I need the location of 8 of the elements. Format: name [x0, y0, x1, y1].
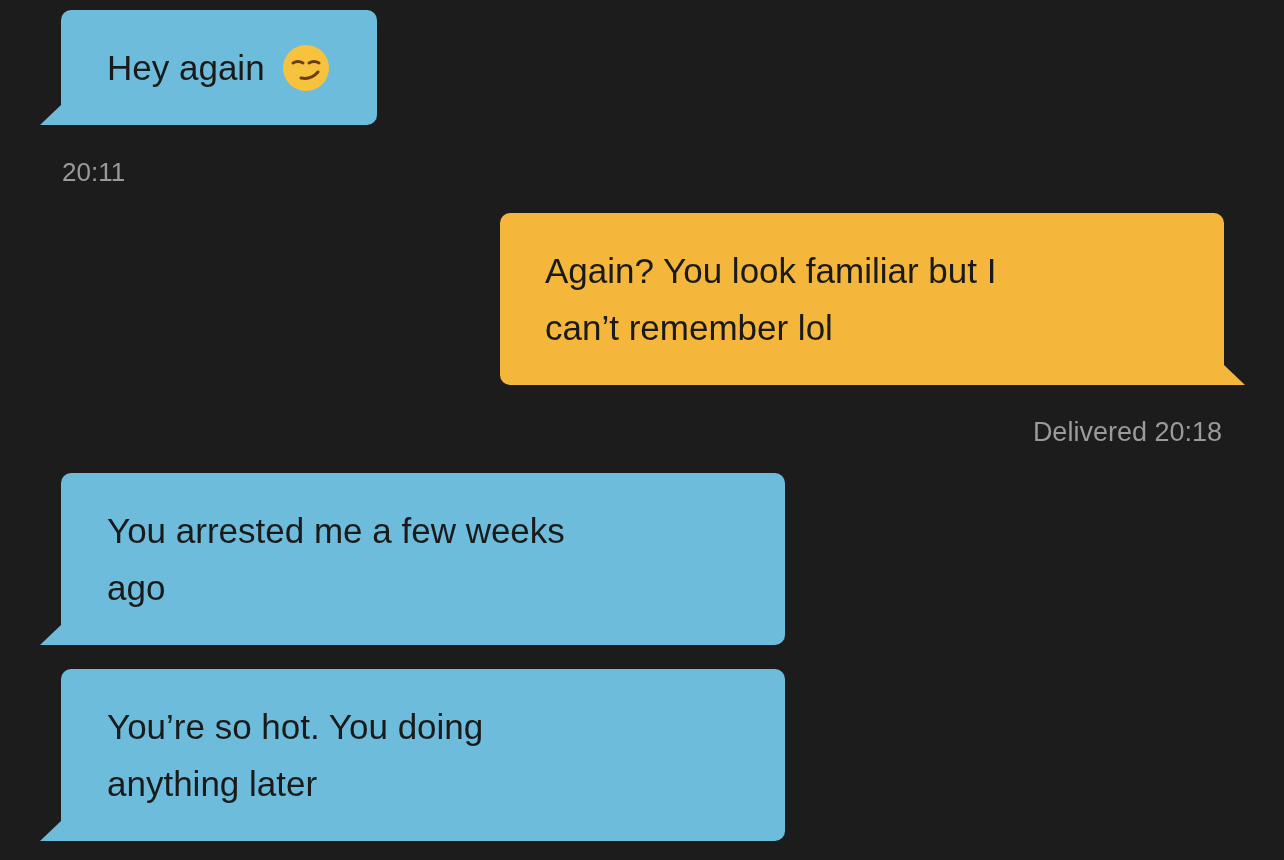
sent-message-bubble: Again? You look familiar but I can’t remember lol — [500, 213, 1224, 385]
message-text: Hey again — [107, 47, 265, 89]
message-time: 20:11 — [62, 157, 126, 187]
bubble-tail — [1224, 365, 1245, 385]
message-text: You arrested me a few weeks ago — [107, 510, 565, 609]
smirking-emoji-icon — [280, 42, 331, 93]
delivery-status: Delivered 20:18 — [1032, 417, 1222, 447]
message-text: You’re so hot. You doing anything later — [107, 706, 484, 805]
